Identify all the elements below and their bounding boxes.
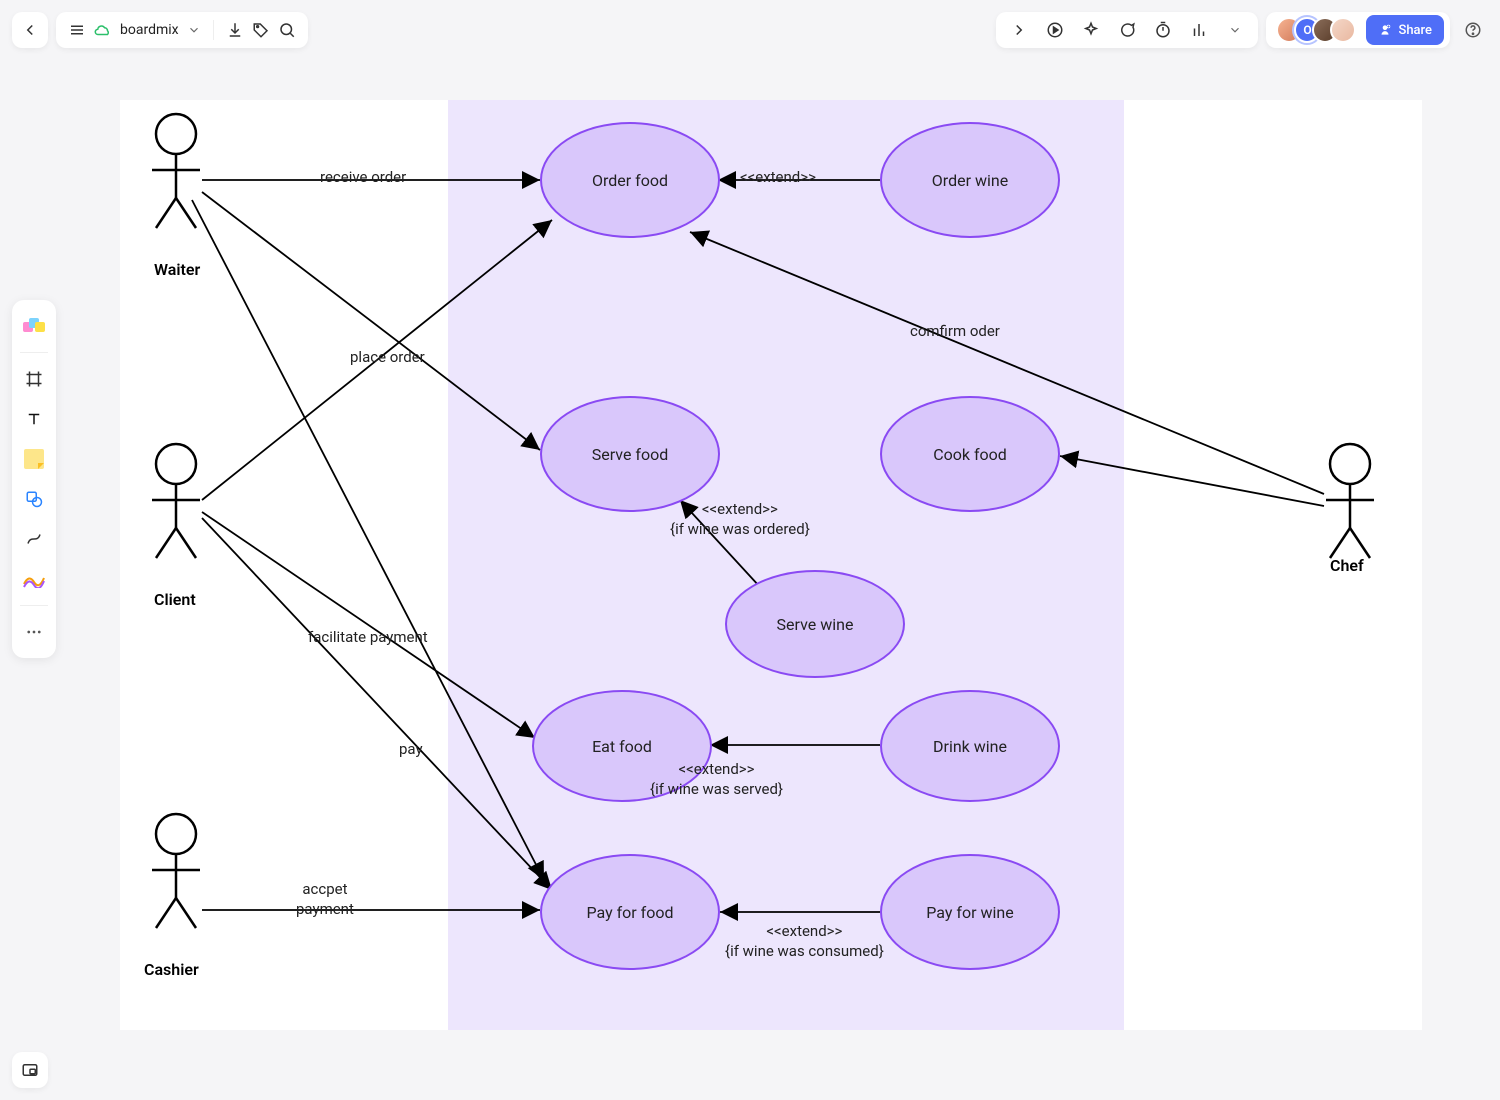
usecase-cook-food[interactable]: Cook food	[880, 396, 1060, 512]
sparkle-button[interactable]	[1076, 15, 1106, 45]
edge-confirm-order: comfirm oder	[910, 322, 1000, 342]
edge-extend-drink-wine: <<extend>> {if wine was served}	[650, 760, 783, 799]
templates-button[interactable]	[16, 308, 52, 344]
pen-button[interactable]	[16, 561, 52, 597]
share-icon	[1378, 23, 1392, 37]
usecase-serve-wine[interactable]: Serve wine	[725, 570, 905, 678]
back-button[interactable]	[12, 12, 48, 48]
edge-place-order: place order	[350, 348, 425, 368]
chevron-right-button[interactable]	[1004, 15, 1034, 45]
text-button[interactable]	[16, 401, 52, 437]
cloud-icon	[94, 21, 112, 39]
avatar[interactable]	[1330, 17, 1356, 43]
frame-button[interactable]	[16, 361, 52, 397]
edge-extend-pay-wine: <<extend>> {if wine was consumed}	[725, 922, 884, 961]
connector-button[interactable]	[16, 521, 52, 557]
edge-receive-order: receive order	[320, 168, 406, 188]
share-button[interactable]: Share	[1366, 15, 1444, 45]
avatar-initial: O	[1303, 23, 1311, 37]
edge-pay: pay	[399, 740, 423, 760]
left-toolbar	[12, 300, 56, 658]
shape-button[interactable]	[16, 481, 52, 517]
edge-extend-serve-wine: <<extend>> {if wine was ordered}	[670, 500, 810, 539]
actor-label-client: Client	[154, 590, 196, 609]
more-chevron-button[interactable]	[1220, 15, 1250, 45]
play-button[interactable]	[1040, 15, 1070, 45]
usecase-pay-food[interactable]: Pay for food	[540, 854, 720, 970]
comment-button[interactable]	[1112, 15, 1142, 45]
top-right-toolbar	[996, 12, 1258, 48]
download-icon[interactable]	[226, 21, 244, 39]
canvas[interactable]: Waiter Client Cashier Chef Order food Or…	[120, 100, 1422, 1030]
actor-label-chef: Chef	[1330, 556, 1364, 575]
document-title: boardmix	[120, 22, 179, 38]
usecase-order-wine[interactable]: Order wine	[880, 122, 1060, 238]
more-tools-button[interactable]	[16, 614, 52, 650]
edge-extend-order-wine: <<extend>>	[740, 168, 816, 188]
timer-button[interactable]	[1148, 15, 1178, 45]
help-button[interactable]	[1458, 15, 1488, 45]
tag-icon[interactable]	[252, 21, 270, 39]
menu-icon	[68, 21, 86, 39]
share-label: Share	[1398, 23, 1432, 38]
document-title-pill[interactable]: boardmix	[56, 12, 308, 48]
usecase-order-food[interactable]: Order food	[540, 122, 720, 238]
edge-facilitate-payment: facilitate payment	[308, 628, 428, 648]
usecase-pay-wine[interactable]: Pay for wine	[880, 854, 1060, 970]
sticky-note-button[interactable]	[16, 441, 52, 477]
chart-button[interactable]	[1184, 15, 1214, 45]
edge-accept-payment: accpet payment	[296, 880, 354, 919]
collaborators-pill: O Share	[1266, 12, 1450, 48]
minimap-button[interactable]	[12, 1052, 48, 1088]
actor-label-cashier: Cashier	[144, 960, 199, 979]
usecase-drink-wine[interactable]: Drink wine	[880, 690, 1060, 802]
search-icon[interactable]	[278, 21, 296, 39]
actor-label-waiter: Waiter	[154, 260, 200, 279]
chevron-down-icon	[187, 23, 201, 37]
usecase-serve-food[interactable]: Serve food	[540, 396, 720, 512]
